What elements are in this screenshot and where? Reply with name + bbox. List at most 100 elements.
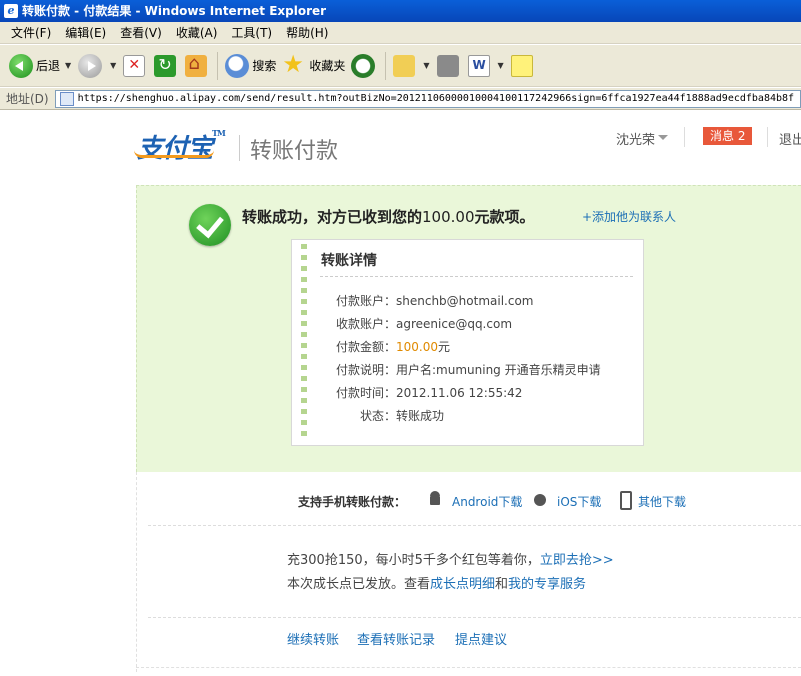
user-name[interactable]: 沈光荣 [616, 129, 655, 148]
detail-row-status: 状态：转账成功 [322, 407, 632, 425]
menu-help[interactable]: 帮助(H) [279, 24, 335, 41]
ios-download-link[interactable]: iOS下载 [557, 493, 601, 510]
detail-label: 收款账户： [335, 317, 396, 331]
address-label: 地址(D) [6, 92, 49, 106]
refresh-button[interactable] [151, 50, 182, 82]
notes-button[interactable] [508, 50, 539, 82]
menu-edit[interactable]: 编辑(E) [58, 24, 113, 41]
detail-value: 转账成功 [396, 409, 445, 423]
window-titlebar: e 转账付款 - 付款结果 - Windows Internet Explore… [0, 0, 801, 22]
back-label: 后退 [36, 59, 61, 73]
detail-row-amount: 付款金额：100.00元 [322, 338, 632, 356]
section-divider [148, 617, 801, 618]
add-contact-link[interactable]: +添加他为联系人 [582, 208, 676, 225]
page-title: 转账付款 [250, 139, 339, 164]
promo-line-2: 本次成长点已发放。查看成长点明细和我的专享服务 [287, 573, 586, 592]
forward-button[interactable] [75, 50, 108, 82]
stop-icon [123, 54, 146, 77]
refresh-icon [154, 54, 177, 77]
page-icon [59, 91, 74, 106]
mail-button[interactable] [390, 50, 421, 82]
header-separator [767, 127, 768, 147]
menu-view[interactable]: 查看(V) [113, 24, 169, 41]
detail-label: 付款时间： [335, 386, 396, 400]
word-icon [467, 54, 490, 77]
search-label: 搜索 [252, 59, 277, 73]
star-icon [282, 50, 306, 78]
android-download-link[interactable]: Android下载 [452, 493, 522, 510]
detail-label: 状态： [359, 409, 396, 423]
forward-dropdown-icon[interactable]: ▼ [110, 61, 116, 70]
mobile-title: 支持手机转账付款： [298, 495, 407, 509]
favorites-button[interactable]: 收藏夹 [279, 50, 348, 82]
stop-button[interactable] [120, 50, 151, 82]
logo-text: 支付宝 [137, 134, 213, 164]
alipay-logo[interactable]: 支付宝TM [137, 128, 226, 165]
success-suffix: 元款项。 [474, 208, 535, 226]
favorites-label: 收藏夹 [309, 59, 346, 73]
chevron-down-icon[interactable] [658, 135, 668, 140]
phone-icon [617, 491, 632, 510]
promo-text: 和 [495, 577, 509, 592]
printer-icon [436, 54, 459, 77]
edit-dropdown-icon[interactable]: ▼ [498, 61, 504, 70]
promo-line-1: 充300抢150，每小时5千多个红包等着你，立即去抢>> [287, 549, 614, 568]
section-divider [148, 525, 801, 526]
messages-badge[interactable]: 消息 2 [703, 127, 753, 145]
exclusive-service-link[interactable]: 我的专享服务 [508, 577, 586, 592]
success-amount: 100.00 [422, 208, 475, 226]
menu-favorites[interactable]: 收藏(A) [169, 24, 225, 41]
page-border [136, 667, 801, 668]
address-url: https://shenghuo.alipay.com/send/result.… [77, 93, 795, 104]
menu-tools[interactable]: 工具(T) [224, 24, 279, 41]
continue-transfer-link[interactable]: 继续转账 [287, 629, 339, 648]
success-message: 转账成功，对方已收到您的100.00元款项。 [242, 206, 535, 227]
ie-icon: e [4, 4, 18, 18]
other-download-link[interactable]: 其他下载 [638, 493, 686, 510]
android-icon [428, 491, 442, 507]
back-button[interactable]: 后退 [6, 50, 63, 82]
check-icon [189, 204, 231, 246]
history-button[interactable] [348, 50, 381, 82]
detail-label: 付款金额： [335, 340, 396, 354]
edit-button[interactable] [465, 50, 496, 82]
transfer-records-link[interactable]: 查看转账记录 [357, 629, 435, 648]
detail-row-note: 付款说明：用户名:mumuning 开通音乐精灵申请 [322, 361, 632, 379]
detail-row-time: 付款时间：2012.11.06 12:55:42 [322, 384, 632, 402]
toolbar-separator [217, 51, 219, 80]
forward-arrow-icon [78, 53, 103, 78]
mail-dropdown-icon[interactable]: ▼ [423, 61, 429, 70]
address-bar: 地址(D) https://shenghuo.alipay.com/send/r… [0, 88, 801, 110]
detail-value: agreenice@qq.com [396, 317, 513, 331]
apple-icon [533, 491, 547, 507]
browser-toolbar: 后退 ▼ ▼ 搜索 收藏夹 ▼ ▼ [0, 45, 801, 87]
menu-file[interactable]: 文件(F) [4, 24, 58, 41]
print-button[interactable] [434, 50, 465, 82]
detail-value: 2012.11.06 12:55:42 [396, 386, 523, 400]
mail-icon [393, 54, 416, 77]
detail-label: 付款账户： [335, 294, 396, 308]
home-icon [185, 53, 208, 77]
detail-row-payer: 付款账户：shenchb@hotmail.com [322, 292, 632, 310]
growth-points-link[interactable]: 成长点明细 [430, 577, 495, 592]
address-input[interactable]: https://shenghuo.alipay.com/send/result.… [54, 89, 801, 108]
logout-link[interactable]: 退出 [779, 129, 801, 148]
feedback-link[interactable]: 提点建议 [455, 629, 507, 648]
back-arrow-icon [9, 53, 33, 78]
history-icon [351, 53, 376, 78]
sticky-note-icon [510, 54, 533, 77]
details-title: 转账详情 [321, 253, 377, 269]
dotted-border [301, 244, 307, 440]
home-button[interactable] [182, 50, 213, 82]
search-button[interactable]: 搜索 [222, 50, 279, 82]
promo-text: 充300抢150，每小时5千多个红包等着你， [287, 553, 540, 568]
grab-now-link[interactable]: 立即去抢>> [540, 553, 614, 568]
divider [320, 276, 633, 277]
back-dropdown-icon[interactable]: ▼ [65, 61, 71, 70]
detail-label: 付款说明： [335, 363, 396, 377]
window-title: 转账付款 - 付款结果 - Windows Internet Explorer [22, 4, 327, 18]
success-panel: 转账成功，对方已收到您的100.00元款项。 +添加他为联系人 转账详情 付款账… [136, 185, 801, 472]
detail-amount: 100.00 [396, 340, 438, 354]
detail-value: shenchb@hotmail.com [396, 294, 534, 308]
page-content: 支付宝TM 转账付款 沈光荣 消息 2 退出 转账成功，对方已收到您的100.0… [0, 111, 801, 676]
